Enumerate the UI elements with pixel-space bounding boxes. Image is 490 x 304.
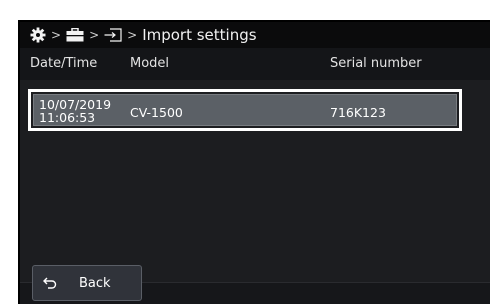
- breadcrumb-separator: >: [51, 28, 62, 42]
- table-row-selected[interactable]: 10/07/2019 11:06:53 CV-1500 716K123: [28, 89, 462, 131]
- row-serial: 716K123: [330, 105, 386, 120]
- toolbox-icon[interactable]: [66, 28, 84, 42]
- breadcrumb-separator: >: [127, 28, 138, 42]
- breadcrumb-separator: >: [89, 28, 100, 42]
- row-model: CV-1500: [130, 105, 183, 120]
- back-button-label: Back: [79, 275, 111, 291]
- column-header-datetime: Date/Time: [30, 56, 98, 71]
- import-icon[interactable]: [104, 28, 122, 42]
- table-header: Date/Time Model Serial number: [20, 48, 490, 80]
- import-settings-screen: > > > Import settings Date/Time Model Se…: [18, 20, 490, 304]
- back-button[interactable]: Back: [32, 265, 142, 301]
- gear-icon[interactable]: [30, 27, 46, 43]
- row-time: 11:06:53: [39, 110, 96, 125]
- table-row[interactable]: 10/07/2019 11:06:53 CV-1500 716K123: [33, 94, 457, 126]
- page-title: Import settings: [142, 26, 257, 44]
- return-arrow-icon: [43, 277, 57, 289]
- column-header-serial: Serial number: [330, 56, 422, 71]
- column-header-model: Model: [130, 56, 170, 71]
- row-datetime: 10/07/2019 11:06:53: [39, 98, 111, 124]
- file-list: 10/07/2019 11:06:53 CV-1500 716K123: [20, 80, 490, 282]
- breadcrumb: > > > Import settings: [20, 22, 490, 48]
